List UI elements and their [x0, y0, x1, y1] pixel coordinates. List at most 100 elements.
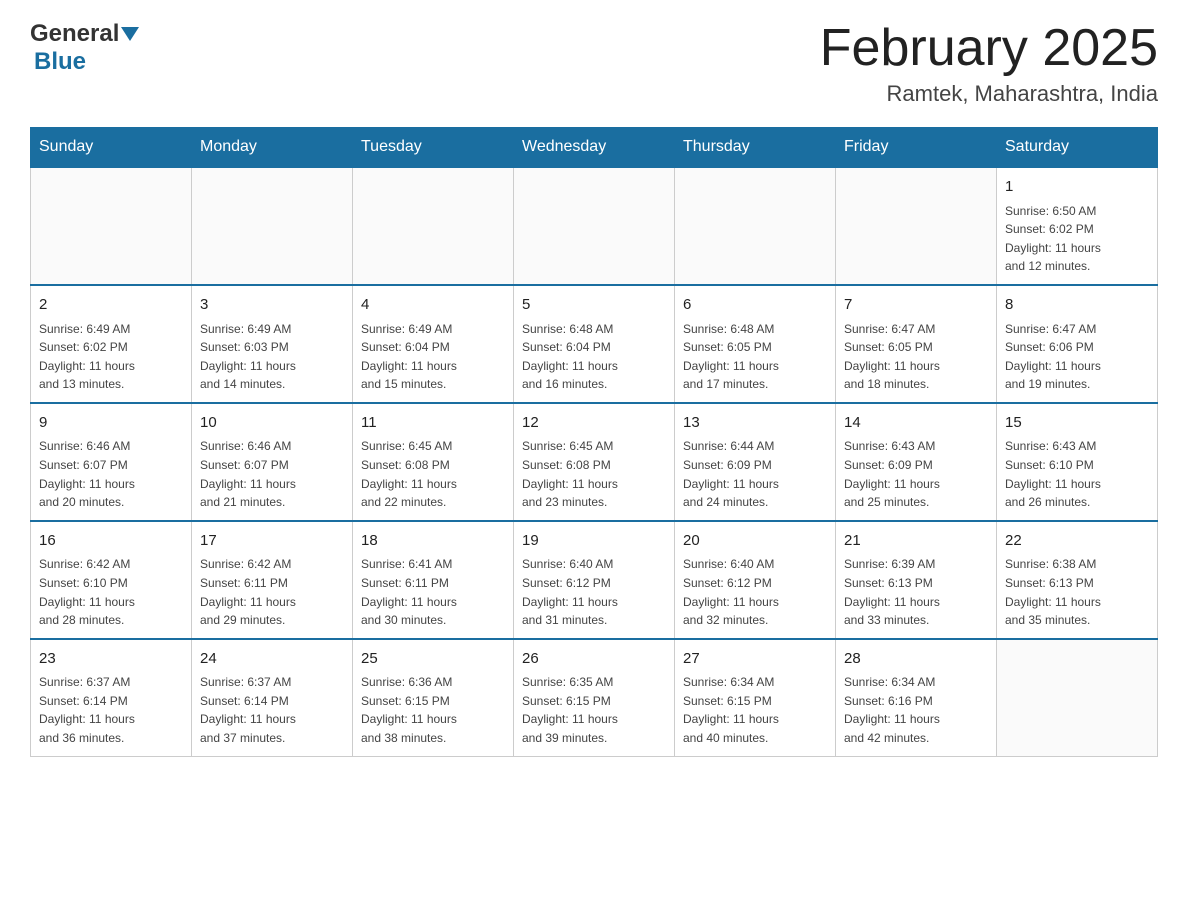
day-of-week-header: Wednesday	[514, 128, 675, 168]
calendar-day-cell	[997, 639, 1158, 756]
calendar-body: 1 Sunrise: 6:50 AMSunset: 6:02 PMDaylight…	[31, 167, 1158, 756]
day-info: Sunrise: 6:34 AMSunset: 6:15 PMDaylight:…	[683, 673, 827, 747]
logo: General Blue	[30, 20, 139, 76]
calendar-week-row: 1 Sunrise: 6:50 AMSunset: 6:02 PMDaylight…	[31, 167, 1158, 285]
calendar-day-cell: 12Sunrise: 6:45 AMSunset: 6:08 PMDayligh…	[514, 403, 675, 521]
day-number: 21	[844, 530, 988, 553]
calendar-week-row: 9Sunrise: 6:46 AMSunset: 6:07 PMDaylight…	[31, 403, 1158, 521]
day-info: Sunrise: 6:49 AMSunset: 6:04 PMDaylight:…	[361, 320, 505, 394]
page-header: General Blue February 2025 Ramtek, Mahar…	[30, 20, 1158, 107]
calendar-day-cell: 22Sunrise: 6:38 AMSunset: 6:13 PMDayligh…	[997, 521, 1158, 639]
day-info: Sunrise: 6:48 AMSunset: 6:05 PMDaylight:…	[683, 320, 827, 394]
calendar-day-cell: 20Sunrise: 6:40 AMSunset: 6:12 PMDayligh…	[675, 521, 836, 639]
day-number: 10	[200, 412, 344, 435]
logo-blue-text: Blue	[34, 48, 86, 75]
day-number: 16	[39, 530, 183, 553]
calendar-day-cell: 28Sunrise: 6:34 AMSunset: 6:16 PMDayligh…	[836, 639, 997, 756]
day-number: 28	[844, 648, 988, 671]
day-number: 17	[200, 530, 344, 553]
day-number: 5	[522, 294, 666, 317]
day-info: Sunrise: 6:37 AMSunset: 6:14 PMDaylight:…	[200, 673, 344, 747]
day-info: Sunrise: 6:49 AMSunset: 6:02 PMDaylight:…	[39, 320, 183, 394]
calendar-day-cell: 17Sunrise: 6:42 AMSunset: 6:11 PMDayligh…	[192, 521, 353, 639]
calendar-day-cell: 16Sunrise: 6:42 AMSunset: 6:10 PMDayligh…	[31, 521, 192, 639]
day-info: Sunrise: 6:43 AMSunset: 6:09 PMDaylight:…	[844, 437, 988, 511]
calendar-day-cell: 26Sunrise: 6:35 AMSunset: 6:15 PMDayligh…	[514, 639, 675, 756]
calendar-day-cell: 11Sunrise: 6:45 AMSunset: 6:08 PMDayligh…	[353, 403, 514, 521]
day-number: 20	[683, 530, 827, 553]
calendar-day-cell: 3 Sunrise: 6:49 AMSunset: 6:03 PMDaylight…	[192, 285, 353, 403]
day-info: Sunrise: 6:41 AMSunset: 6:11 PMDaylight:…	[361, 555, 505, 629]
day-info: Sunrise: 6:34 AMSunset: 6:16 PMDaylight:…	[844, 673, 988, 747]
day-info: Sunrise: 6:37 AMSunset: 6:14 PMDaylight:…	[39, 673, 183, 747]
calendar-day-cell: 19Sunrise: 6:40 AMSunset: 6:12 PMDayligh…	[514, 521, 675, 639]
day-number: 24	[200, 648, 344, 671]
calendar-day-cell: 7Sunrise: 6:47 AMSunset: 6:05 PMDaylight…	[836, 285, 997, 403]
calendar-day-cell: 5 Sunrise: 6:48 AMSunset: 6:04 PMDaylight…	[514, 285, 675, 403]
calendar-day-cell: 13Sunrise: 6:44 AMSunset: 6:09 PMDayligh…	[675, 403, 836, 521]
calendar-week-row: 23Sunrise: 6:37 AMSunset: 6:14 PMDayligh…	[31, 639, 1158, 756]
calendar-day-cell: 18Sunrise: 6:41 AMSunset: 6:11 PMDayligh…	[353, 521, 514, 639]
day-info: Sunrise: 6:39 AMSunset: 6:13 PMDaylight:…	[844, 555, 988, 629]
calendar-subtitle: Ramtek, Maharashtra, India	[820, 81, 1158, 107]
calendar-day-cell: 9Sunrise: 6:46 AMSunset: 6:07 PMDaylight…	[31, 403, 192, 521]
day-number: 25	[361, 648, 505, 671]
calendar-day-cell: 1 Sunrise: 6:50 AMSunset: 6:02 PMDaylight…	[997, 167, 1158, 285]
calendar-week-row: 2 Sunrise: 6:49 AMSunset: 6:02 PMDaylight…	[31, 285, 1158, 403]
day-info: Sunrise: 6:47 AMSunset: 6:06 PMDaylight:…	[1005, 320, 1149, 394]
day-info: Sunrise: 6:42 AMSunset: 6:10 PMDaylight:…	[39, 555, 183, 629]
day-info: Sunrise: 6:43 AMSunset: 6:10 PMDaylight:…	[1005, 437, 1149, 511]
day-info: Sunrise: 6:50 AMSunset: 6:02 PMDaylight:…	[1005, 202, 1149, 276]
calendar-day-cell	[192, 167, 353, 285]
calendar-day-cell	[353, 167, 514, 285]
day-number: 9	[39, 412, 183, 435]
calendar-day-cell: 8 Sunrise: 6:47 AMSunset: 6:06 PMDaylight…	[997, 285, 1158, 403]
calendar-day-cell: 4Sunrise: 6:49 AMSunset: 6:04 PMDaylight…	[353, 285, 514, 403]
day-info: Sunrise: 6:40 AMSunset: 6:12 PMDaylight:…	[522, 555, 666, 629]
day-number: 27	[683, 648, 827, 671]
calendar-day-cell: 23Sunrise: 6:37 AMSunset: 6:14 PMDayligh…	[31, 639, 192, 756]
day-info: Sunrise: 6:49 AMSunset: 6:03 PMDaylight:…	[200, 320, 344, 394]
day-of-week-header: Saturday	[997, 128, 1158, 168]
day-number: 14	[844, 412, 988, 435]
day-number: 26	[522, 648, 666, 671]
day-info: Sunrise: 6:36 AMSunset: 6:15 PMDaylight:…	[361, 673, 505, 747]
day-info: Sunrise: 6:42 AMSunset: 6:11 PMDaylight:…	[200, 555, 344, 629]
calendar-day-cell	[514, 167, 675, 285]
day-number: 2	[39, 294, 183, 317]
days-of-week-row: SundayMondayTuesdayWednesdayThursdayFrid…	[31, 128, 1158, 168]
day-of-week-header: Thursday	[675, 128, 836, 168]
day-info: Sunrise: 6:38 AMSunset: 6:13 PMDaylight:…	[1005, 555, 1149, 629]
calendar-title: February 2025	[820, 20, 1158, 77]
day-of-week-header: Friday	[836, 128, 997, 168]
calendar-day-cell: 24Sunrise: 6:37 AMSunset: 6:14 PMDayligh…	[192, 639, 353, 756]
day-number: 8	[1005, 294, 1149, 317]
day-number: 1	[1005, 176, 1149, 199]
day-of-week-header: Tuesday	[353, 128, 514, 168]
calendar-day-cell: 27Sunrise: 6:34 AMSunset: 6:15 PMDayligh…	[675, 639, 836, 756]
calendar-header: SundayMondayTuesdayWednesdayThursdayFrid…	[31, 128, 1158, 168]
calendar-day-cell	[836, 167, 997, 285]
calendar-day-cell	[675, 167, 836, 285]
day-number: 19	[522, 530, 666, 553]
day-info: Sunrise: 6:35 AMSunset: 6:15 PMDaylight:…	[522, 673, 666, 747]
day-number: 23	[39, 648, 183, 671]
day-info: Sunrise: 6:48 AMSunset: 6:04 PMDaylight:…	[522, 320, 666, 394]
day-info: Sunrise: 6:44 AMSunset: 6:09 PMDaylight:…	[683, 437, 827, 511]
day-info: Sunrise: 6:45 AMSunset: 6:08 PMDaylight:…	[361, 437, 505, 511]
calendar-day-cell: 21Sunrise: 6:39 AMSunset: 6:13 PMDayligh…	[836, 521, 997, 639]
day-number: 6	[683, 294, 827, 317]
calendar-day-cell: 14Sunrise: 6:43 AMSunset: 6:09 PMDayligh…	[836, 403, 997, 521]
calendar-table: SundayMondayTuesdayWednesdayThursdayFrid…	[30, 127, 1158, 756]
day-number: 3	[200, 294, 344, 317]
day-number: 11	[361, 412, 505, 435]
day-number: 15	[1005, 412, 1149, 435]
day-number: 18	[361, 530, 505, 553]
calendar-day-cell: 10Sunrise: 6:46 AMSunset: 6:07 PMDayligh…	[192, 403, 353, 521]
day-info: Sunrise: 6:46 AMSunset: 6:07 PMDaylight:…	[200, 437, 344, 511]
calendar-title-block: February 2025 Ramtek, Maharashtra, India	[820, 20, 1158, 107]
day-info: Sunrise: 6:47 AMSunset: 6:05 PMDaylight:…	[844, 320, 988, 394]
day-info: Sunrise: 6:46 AMSunset: 6:07 PMDaylight:…	[39, 437, 183, 511]
day-number: 22	[1005, 530, 1149, 553]
calendar-day-cell: 2 Sunrise: 6:49 AMSunset: 6:02 PMDaylight…	[31, 285, 192, 403]
